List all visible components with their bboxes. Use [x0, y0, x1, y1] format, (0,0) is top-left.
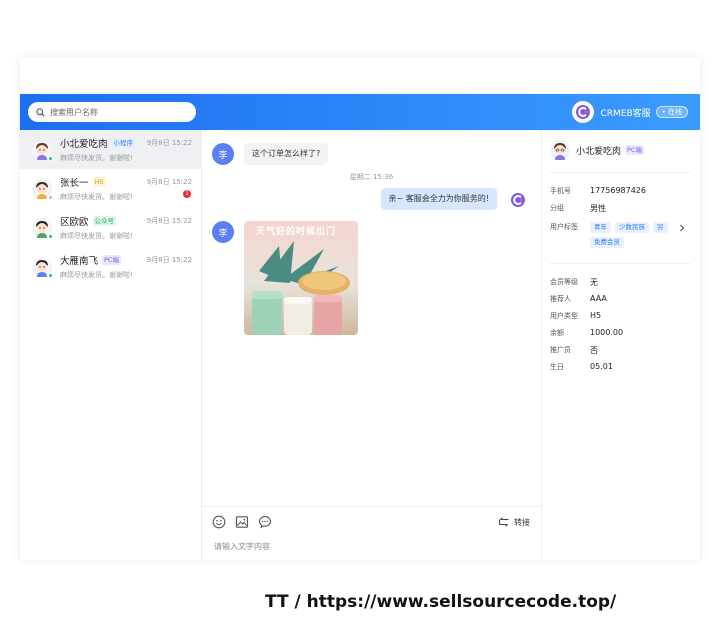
conversation-last-message: 麻烦尽快发货。谢谢啦! [60, 193, 133, 201]
search-box[interactable] [28, 102, 196, 122]
brand-area: CRMEB客服 • 在线 [572, 100, 688, 124]
info-row-user-tags: 用户标签 青年 少数民族 穷 免费会员 [550, 222, 686, 252]
platform-tag: 公众号 [92, 216, 117, 226]
info-value: 否 [590, 346, 598, 355]
conversation-time: 9月8日 15:22 [146, 139, 192, 147]
conversation-time: 9月8日 15:22 [146, 217, 192, 225]
info-label: 生日 [550, 363, 564, 371]
conversation-name: 大雁南飞 [60, 256, 99, 267]
info-row-referrer: 推荐人 AAA [550, 294, 607, 304]
unread-badge: 1 [183, 190, 191, 198]
user-tag-list: 青年 少数民族 穷 免费会员 [590, 222, 676, 252]
transfer-button[interactable]: 转接 [498, 516, 530, 528]
info-value: 05.01 [590, 362, 613, 371]
info-value: AAA [590, 294, 607, 303]
watermark-text: TT / https://www.sellsourcecode.top/ [265, 592, 617, 612]
info-label: 分组 [550, 204, 564, 212]
chat-window: CRMEB客服 • 在线 小北爱吃肉小程序麻烦尽快发货。谢谢啦!9月8日 15:… [20, 57, 700, 560]
conversation-time: 9月8日 15:22 [146, 178, 192, 186]
info-row-group: 分组 男性 [550, 203, 606, 214]
conversation-list: 小北爱吃肉 小程序麻烦尽快发货。谢谢啦! 9月8日 15:22 张长一 H5 麻烦尽快发货… [20, 130, 202, 560]
info-row-user-type: 用户类型 H5 [550, 311, 601, 321]
user-profile-panel: 小北爱吃肉 PC端 手机号 17756987426 分组 男性 用户标签 青年 … [542, 130, 700, 560]
info-row-birthday: 生日 05.01 [550, 362, 613, 372]
user-avatar [32, 217, 53, 239]
info-value: 17756987426 [590, 186, 646, 195]
info-label: 推荐人 [550, 295, 571, 303]
crmeb-logo-icon [511, 193, 525, 207]
info-row-member-level: 会员等级 无 [550, 277, 598, 288]
profile-divider [550, 263, 690, 264]
profile-divider [550, 172, 690, 173]
info-value: 1000.00 [590, 328, 624, 337]
conversation-item[interactable]: 大雁南飞 PC端麻烦尽快发货。谢谢啦! 9月8日 15:22 [20, 247, 201, 286]
info-value: 无 [590, 278, 598, 287]
user-tag: 青年 [590, 222, 611, 233]
platform-tag: H5 [92, 177, 106, 187]
info-label: 用户标签 [550, 223, 578, 231]
message-bubble-incoming: 这个订单怎么样了? [244, 143, 329, 165]
search-icon [36, 107, 45, 117]
conversation-time: 9月8日 15:22 [146, 256, 192, 264]
brand-name: CRMEB客服 [600, 108, 651, 119]
image-icon[interactable] [235, 515, 249, 529]
emoji-icon[interactable] [212, 515, 226, 529]
user-avatar [32, 256, 53, 278]
user-tag: 少数民族 [615, 222, 649, 233]
conversation-last-message: 麻烦尽快发货。谢谢啦! [60, 232, 133, 240]
composer-toolbar: 转接 [202, 506, 542, 536]
info-row-promoter: 推广员 否 [550, 345, 598, 356]
conversation-item[interactable]: 小北爱吃肉 小程序麻烦尽快发货。谢谢啦! 9月8日 15:22 [20, 130, 201, 169]
info-label: 余额 [550, 329, 564, 337]
presence-dot [48, 155, 53, 161]
customer-avatar: 李 [212, 221, 234, 243]
profile-avatar [550, 140, 570, 160]
presence-dot [48, 272, 53, 278]
profile-header: 小北爱吃肉 PC端 [550, 140, 644, 160]
user-tag: 穷 [653, 222, 668, 233]
info-label: 用户类型 [550, 312, 578, 320]
info-value: 男性 [590, 204, 606, 213]
quick-reply-icon[interactable] [258, 515, 272, 529]
info-label: 会员等级 [550, 278, 578, 286]
conversation-name: 区欧欧 [60, 217, 89, 228]
chevron-right-icon[interactable] [678, 224, 686, 232]
user-avatar [32, 139, 53, 161]
message-timestamp: 星期二 15:36 [349, 173, 394, 181]
message-bubble-outgoing: 亲~ 客服会全力为你服务的! [380, 188, 497, 210]
composer-input-area [214, 542, 514, 551]
user-tag: 免费会员 [590, 237, 624, 248]
presence-dot [48, 194, 53, 200]
agent-avatar [509, 191, 527, 209]
conversation-last-message: 麻烦尽快发货。谢谢啦! [60, 154, 133, 162]
info-label: 手机号 [550, 187, 571, 195]
search-input[interactable] [50, 107, 190, 117]
product-photo-image [252, 241, 350, 335]
transfer-icon [498, 517, 509, 527]
customer-avatar: 李 [212, 143, 234, 165]
conversation-last-message: 麻烦尽快发货。谢谢啦! [60, 271, 133, 279]
conversation-name: 张长一 [60, 178, 89, 189]
platform-tag: 小程序 [111, 138, 136, 148]
message-input[interactable] [214, 542, 514, 551]
conversation-item[interactable]: 区欧欧 公众号麻烦尽快发货。谢谢啦! 9月8日 15:22 [20, 208, 201, 247]
presence-dot [48, 233, 53, 239]
chat-panel: 李 这个订单怎么样了? 星期二 15:36 亲~ 客服会全力为你服务的! 李 天… [202, 130, 542, 560]
crmeb-logo-icon [572, 101, 595, 123]
transfer-label: 转接 [514, 517, 530, 527]
profile-name: 小北爱吃肉 [576, 146, 622, 157]
online-status-badge[interactable]: • 在线 [655, 106, 688, 118]
header-bar: CRMEB客服 • 在线 [20, 94, 700, 130]
info-row-phone: 手机号 17756987426 [550, 186, 646, 196]
info-label: 推广员 [550, 346, 571, 354]
user-avatar [32, 178, 53, 200]
info-value: H5 [590, 311, 602, 320]
product-photo[interactable]: 天气好的时候出门 [244, 221, 358, 335]
profile-platform-tag: PC端 [625, 145, 644, 155]
conversation-item[interactable]: 张长一 H5 麻烦尽快发货。谢谢啦! 9月8日 15:22 1 [20, 169, 201, 208]
conversation-name: 小北爱吃肉 [60, 139, 108, 150]
platform-tag: PC端 [102, 255, 121, 265]
info-row-balance: 余额 1000.00 [550, 328, 623, 338]
